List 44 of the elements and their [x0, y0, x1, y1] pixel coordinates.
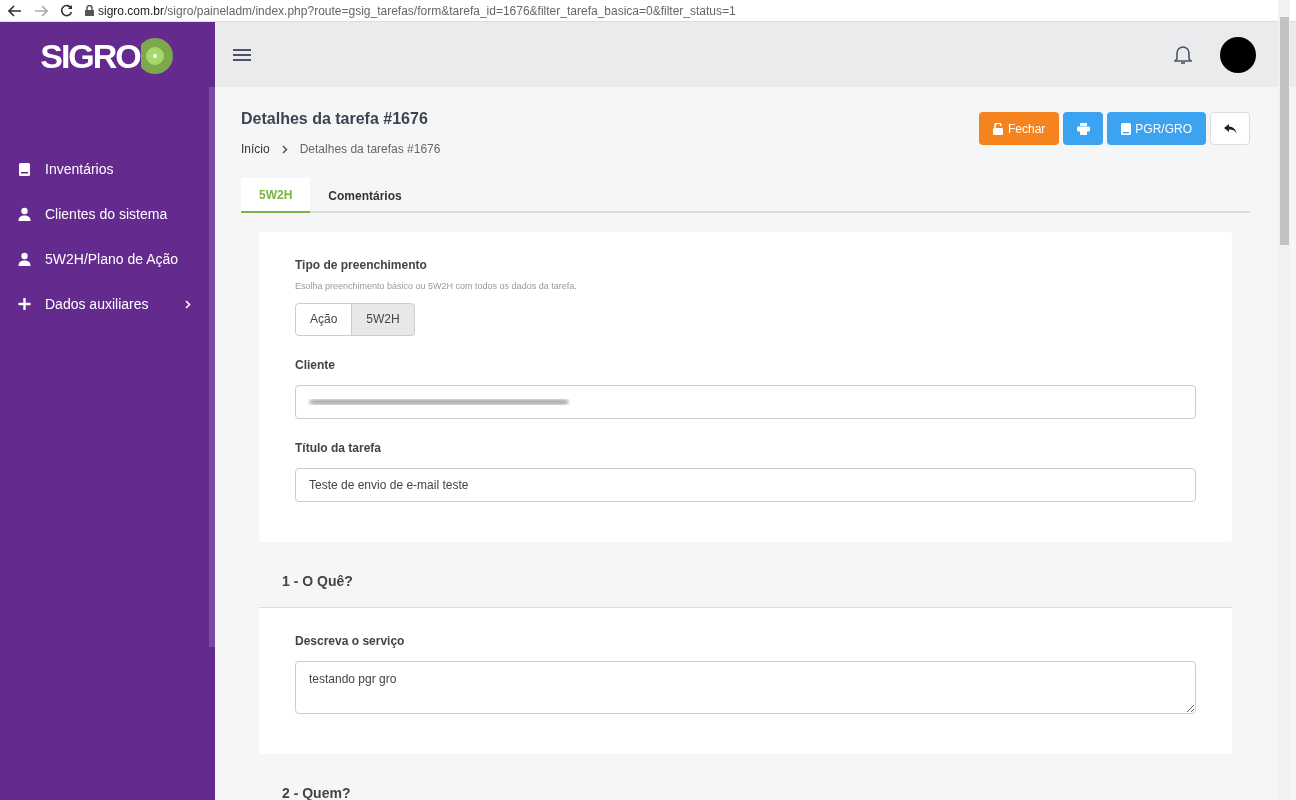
toggle-option[interactable]: 5W2H: [351, 302, 415, 336]
description-field[interactable]: testando pgr gro: [295, 660, 1196, 714]
menu-icon[interactable]: [233, 47, 251, 62]
tab[interactable]: Comentários: [310, 178, 420, 213]
title-field[interactable]: Teste de envio de e-mail teste: [295, 467, 1196, 502]
user-icon: [18, 252, 31, 267]
field-label: Descreva o serviço: [295, 632, 406, 650]
plus-icon: [18, 297, 31, 312]
reload-icon[interactable]: [60, 4, 73, 17]
lock-icon: [85, 5, 94, 16]
printer-icon: [1076, 122, 1090, 135]
item-label: Inventários: [45, 160, 115, 179]
toggle-option[interactable]: Ação: [295, 302, 353, 336]
reply-icon: [1223, 123, 1237, 134]
scrollbar[interactable]: [1278, 0, 1290, 800]
section-title: 2 - Quem?: [281, 783, 352, 800]
field-label: Tipo de preenchimento: [295, 257, 428, 274]
breadcrumb-link[interactable]: Início: [241, 140, 270, 158]
back-button[interactable]: [1210, 112, 1250, 145]
breadcrumb-current: Detalhes da tarefas #1676: [299, 141, 441, 158]
book-icon: [18, 162, 31, 177]
field-label: Título da tarefa: [295, 439, 382, 457]
logo: SIGRO: [40, 34, 175, 78]
book-icon: [1121, 122, 1132, 135]
chevron-icon: [281, 144, 288, 154]
back-icon[interactable]: [8, 4, 22, 17]
chevron-icon: [185, 300, 191, 309]
sidebar-item[interactable]: 5W2H/Plano de Ação: [0, 237, 209, 282]
sidebar-item[interactable]: Clientes do sistema: [0, 192, 209, 237]
bell-icon[interactable]: [1174, 44, 1192, 65]
section-title: 1 - O Quê?: [259, 570, 1232, 608]
item-label: Clientes do sistema: [45, 205, 169, 224]
sidebar-item[interactable]: Inventários: [0, 147, 209, 192]
sidebar-item[interactable]: Dados auxiliares: [0, 282, 209, 327]
user-icon: [18, 207, 31, 222]
page-title: Detalhes da tarefa #1676: [241, 109, 429, 129]
client-field[interactable]: [295, 384, 1196, 419]
item-label: 5W2H/Plano de Ação: [45, 250, 180, 269]
avatar[interactable]: [1220, 36, 1256, 73]
item-label: Dados auxiliares: [45, 295, 150, 314]
field-hint: Esolha preenchimento básico ou 5W2H com todos os dados da tarefa.: [295, 280, 578, 293]
unlock-icon: [992, 122, 1004, 135]
field-label: Cliente: [295, 356, 336, 374]
print-button[interactable]: [1063, 112, 1104, 145]
